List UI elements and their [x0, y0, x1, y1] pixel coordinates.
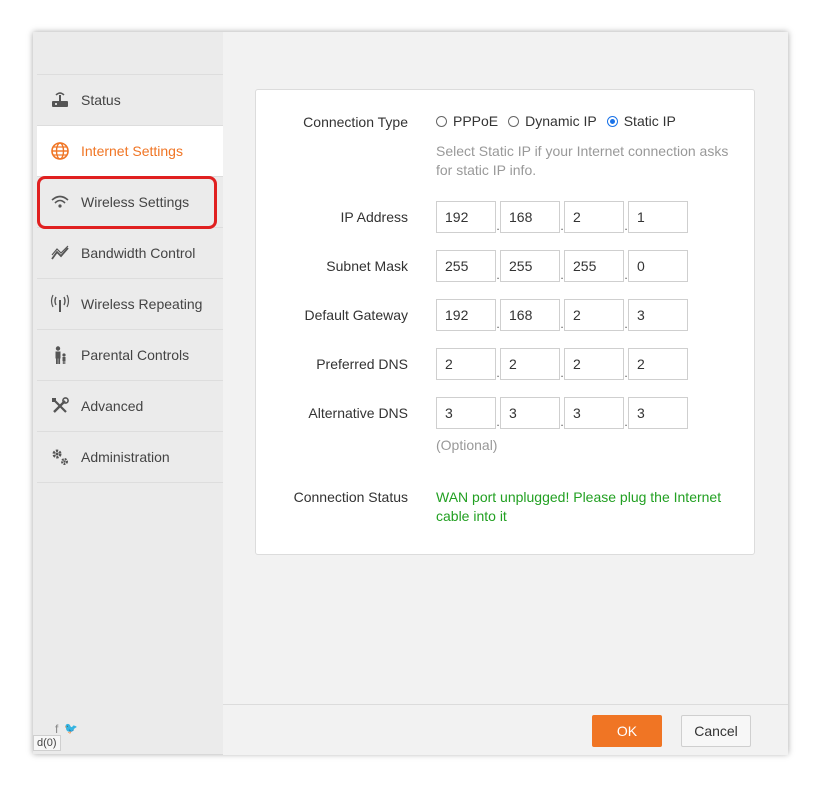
alternative-dns-octet-4[interactable]	[628, 397, 688, 429]
radio-label: Dynamic IP	[525, 113, 597, 129]
sidebar-item-label: Wireless Repeating	[81, 296, 203, 312]
sidebar-item-label: Status	[81, 92, 121, 108]
internet-settings-card: Connection Type PPPoE Dynamic IP Static …	[255, 89, 755, 555]
ip-address-octet-4[interactable]	[628, 201, 688, 233]
optional-note: (Optional)	[436, 437, 498, 453]
sidebar-item-administration[interactable]: Administration	[37, 431, 223, 483]
subnet-mask-octet-3[interactable]	[564, 250, 624, 282]
radio-circle[interactable]	[436, 115, 447, 127]
radio-label: PPPoE	[453, 113, 499, 129]
default-gateway-octet-1[interactable]	[436, 299, 496, 331]
ip-address-octet-1[interactable]	[436, 201, 496, 233]
sidebar-item-label: Parental Controls	[81, 347, 190, 363]
sidebar-nav: Status Internet Settings Wireless Settin…	[37, 74, 223, 483]
preferred-dns-octet-1[interactable]	[436, 348, 496, 380]
radio-dynamic-ip[interactable]: Dynamic IP	[508, 113, 597, 129]
sidebar-item-label: Advanced	[81, 398, 144, 414]
connection-type-hint: Select Static IP if your Internet connec…	[436, 143, 729, 178]
gears-icon	[49, 446, 71, 468]
sidebar-item-parental-controls[interactable]: Parental Controls	[37, 329, 223, 380]
alternative-dns-octet-3[interactable]	[564, 397, 624, 429]
sidebar-item-status[interactable]: Status	[37, 74, 223, 125]
wireless-settings-highlight	[37, 176, 217, 229]
corner-badge: d(0)	[33, 735, 61, 751]
connection-type-label: Connection Type	[303, 114, 408, 130]
connection-status-message: WAN port unplugged! Please plug the Inte…	[436, 489, 722, 524]
sidebar: Status Internet Settings Wireless Settin…	[33, 32, 223, 754]
router-admin-window: Status Internet Settings Wireless Settin…	[33, 32, 788, 755]
antenna-icon	[49, 293, 71, 315]
default-gateway-field: . . .	[436, 299, 688, 331]
sidebar-item-bandwidth-control[interactable]: Bandwidth Control	[37, 227, 223, 278]
alternative-dns-field: . . .	[436, 397, 688, 429]
preferred-dns-field: . . .	[436, 348, 688, 380]
radio-circle[interactable]	[508, 115, 520, 127]
sidebar-item-label: Bandwidth Control	[81, 245, 196, 261]
alternative-dns-label: Alternative DNS	[308, 405, 408, 421]
chart-line-icon	[49, 242, 71, 264]
family-icon	[49, 344, 71, 366]
ok-button[interactable]: OK	[592, 715, 662, 747]
sidebar-item-advanced[interactable]: Advanced	[37, 380, 223, 431]
radio-pppoe[interactable]: PPPoE	[436, 113, 498, 129]
sidebar-item-label: Internet Settings	[81, 143, 183, 159]
footer-bar: OK Cancel	[223, 704, 788, 755]
social-links: f 🐦	[55, 722, 78, 736]
radio-static-ip[interactable]: Static IP	[606, 113, 676, 129]
sidebar-item-internet-settings[interactable]: Internet Settings	[37, 125, 223, 176]
alternative-dns-octet-2[interactable]	[500, 397, 560, 429]
sidebar-item-label: Administration	[81, 449, 170, 465]
cancel-button[interactable]: Cancel	[681, 715, 751, 747]
main-content: Connection Type PPPoE Dynamic IP Static …	[223, 42, 788, 755]
preferred-dns-octet-3[interactable]	[564, 348, 624, 380]
default-gateway-octet-4[interactable]	[628, 299, 688, 331]
facebook-icon[interactable]: f	[55, 722, 58, 736]
subnet-mask-field: . . .	[436, 250, 688, 282]
sidebar-item-wireless-repeating[interactable]: Wireless Repeating	[37, 278, 223, 329]
ip-address-octet-3[interactable]	[564, 201, 624, 233]
router-icon	[49, 89, 71, 111]
ip-address-octet-2[interactable]	[500, 201, 560, 233]
connection-type-radio-group: PPPoE Dynamic IP Static IP	[436, 113, 676, 129]
subnet-mask-label: Subnet Mask	[326, 258, 408, 274]
ip-address-field: . . .	[436, 201, 688, 233]
subnet-mask-octet-2[interactable]	[500, 250, 560, 282]
alternative-dns-octet-1[interactable]	[436, 397, 496, 429]
radio-circle-selected[interactable]	[606, 115, 618, 127]
tools-icon	[49, 395, 71, 417]
default-gateway-label: Default Gateway	[304, 307, 409, 323]
ip-address-label: IP Address	[340, 209, 408, 225]
preferred-dns-octet-2[interactable]	[500, 348, 560, 380]
default-gateway-octet-3[interactable]	[564, 299, 624, 331]
default-gateway-octet-2[interactable]	[500, 299, 560, 331]
subnet-mask-octet-1[interactable]	[436, 250, 496, 282]
preferred-dns-label: Preferred DNS	[316, 356, 408, 372]
preferred-dns-octet-4[interactable]	[628, 348, 688, 380]
radio-label: Static IP	[623, 113, 676, 129]
subnet-mask-octet-4[interactable]	[628, 250, 688, 282]
connection-status-label: Connection Status	[293, 489, 408, 505]
globe-icon	[49, 140, 71, 162]
twitter-icon[interactable]: 🐦	[64, 722, 78, 736]
